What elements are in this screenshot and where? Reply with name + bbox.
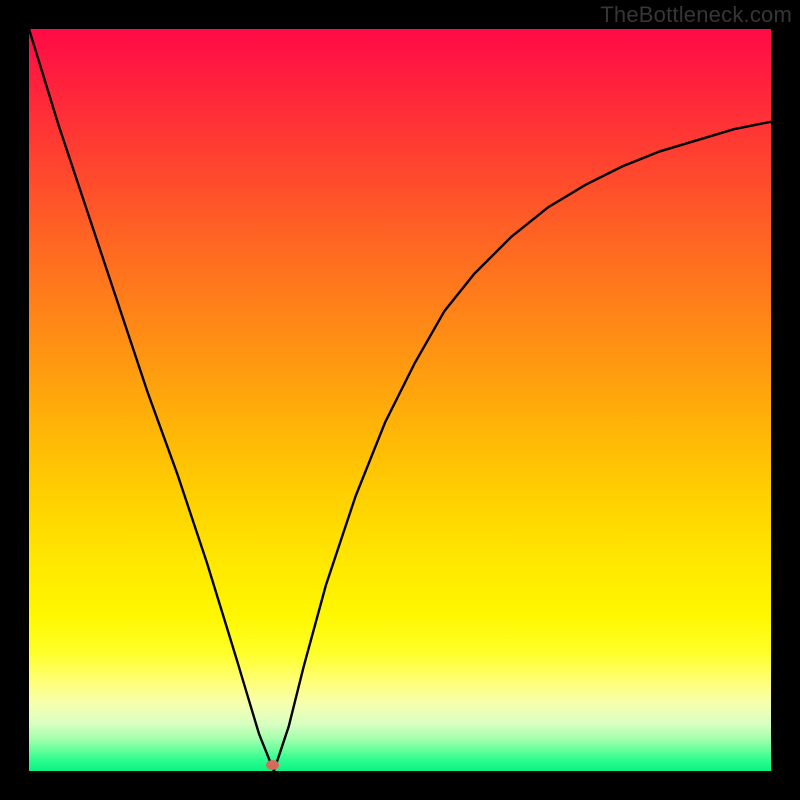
plot-outer bbox=[29, 29, 771, 771]
curve-path bbox=[29, 29, 771, 771]
watermark-label: TheBottleneck.com bbox=[600, 2, 792, 28]
curve-svg bbox=[29, 29, 771, 771]
chart-frame: TheBottleneck.com bbox=[0, 0, 800, 800]
minimum-marker-dot bbox=[266, 760, 279, 770]
